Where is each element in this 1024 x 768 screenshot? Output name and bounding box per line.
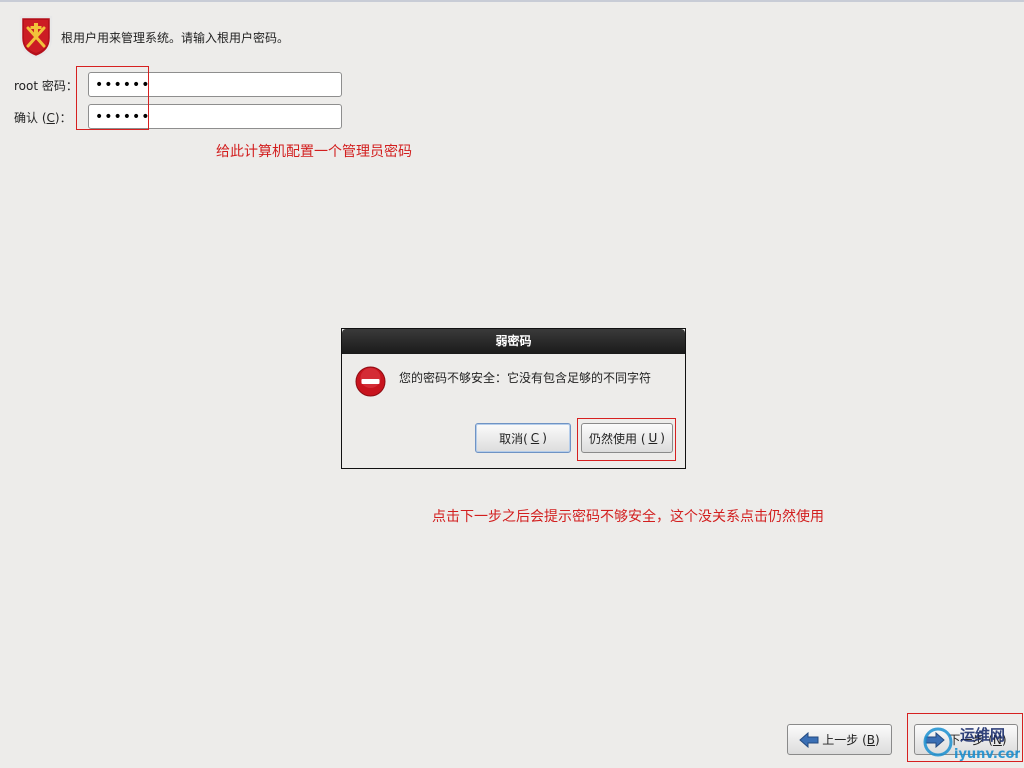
annotation-admin-password: 给此计算机配置一个管理员密码: [216, 144, 412, 160]
dialog-message: 您的密码不够安全：它没有包含足够的不同字符: [399, 371, 652, 385]
header-description: 根用户用来管理系统。请输入根用户密码。: [61, 31, 290, 45]
top-border: [0, 0, 1024, 2]
back-button[interactable]: 上一步 (B): [787, 724, 892, 755]
dialog-title: 弱密码: [342, 329, 685, 354]
confirm-password-label: 确认 (C)：: [14, 111, 72, 125]
error-icon: [355, 366, 386, 397]
back-arrow-icon: [799, 731, 819, 748]
use-anyway-highlight-box: [577, 418, 676, 461]
cancel-button[interactable]: 取消(C): [475, 423, 571, 453]
annotation-weak-password-hint: 点击下一步之后会提示密码不够安全，这个没关系点击仍然使用: [432, 509, 824, 525]
back-button-label: 上一步 (B): [822, 733, 880, 747]
shield-emblem-icon: [19, 15, 53, 58]
next-highlight-box: [907, 713, 1023, 762]
root-password-label: root 密码：: [14, 79, 78, 93]
password-highlight-box: [76, 66, 149, 130]
